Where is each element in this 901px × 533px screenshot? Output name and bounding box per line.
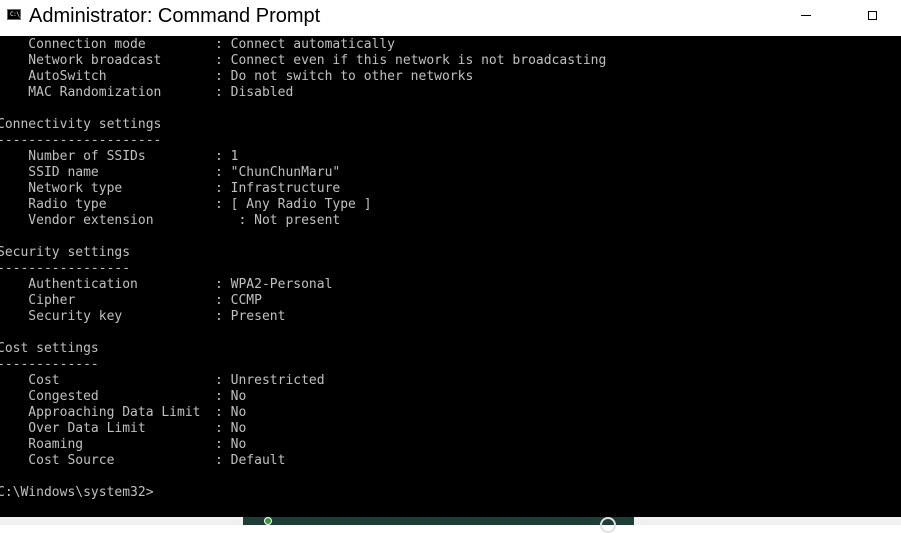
console-line-label: SSID name: [0, 165, 99, 180]
console-line-label: Vendor extension: [0, 213, 154, 228]
console-line-value: : Connect automatically: [215, 37, 396, 52]
console-line-value: : No: [215, 421, 247, 436]
console-line-label: Network broadcast: [0, 53, 162, 68]
console-line: -------------: [0, 357, 901, 373]
console-line-label: Security key: [0, 309, 123, 324]
console-line-label: Connection mode: [0, 37, 146, 52]
console-line: Number of SSIDs : 1: [0, 149, 901, 165]
console-line: -----------------: [0, 261, 901, 277]
console-line-value: : 1: [215, 149, 239, 164]
console-line: Cost settings: [0, 341, 901, 357]
console-line-value: : Infrastructure: [215, 181, 341, 196]
console-line-value: : WPA2-Personal: [215, 277, 333, 292]
console-line: Over Data Limit : No: [0, 421, 901, 437]
console-line-label: Cost Source: [0, 453, 115, 468]
console-line-value: : Do not switch to other networks: [215, 69, 474, 84]
console-line: Approaching Data Limit : No: [0, 405, 901, 421]
console-line: Authentication : WPA2-Personal: [0, 277, 901, 293]
console-line-label: Roaming: [0, 437, 84, 452]
console-line-label: Security settings: [0, 245, 131, 260]
console-line: Security settings: [0, 245, 901, 261]
console-line-value: : No: [215, 437, 247, 452]
console-line-label: Radio type: [0, 197, 107, 212]
console-line-label: -------------: [0, 357, 99, 372]
console-line-label: Cipher: [0, 293, 76, 308]
console-line: MAC Randomization : Disabled: [0, 85, 901, 101]
console-line: Cipher : CCMP: [0, 293, 901, 309]
console-line: Vendor extension : Not present: [0, 213, 901, 229]
console-line-label: -----------------: [0, 261, 131, 276]
console-line-label: Network type: [0, 181, 123, 196]
console-line-label: Cost: [0, 373, 60, 388]
console-line-value: : Disabled: [215, 85, 294, 100]
console-line-value: : Unrestricted: [215, 373, 325, 388]
maximize-button[interactable]: [852, 0, 892, 30]
console-line-value: : Default: [215, 453, 286, 468]
cmd-icon[interactable]: C:\_: [7, 9, 23, 20]
console-line-value: : Connect even if this network is not br…: [215, 53, 607, 68]
console-line-value: : "ChunChunMaru": [215, 165, 341, 180]
console-line-label: Number of SSIDs: [0, 149, 146, 164]
taskbar-window-preview[interactable]: [243, 517, 634, 525]
console-line: Roaming : No: [0, 437, 901, 453]
console-line-label: C:\Windows\system32>: [0, 485, 154, 500]
maximize-icon: [867, 10, 877, 20]
console-line-label: ---------------------: [0, 133, 162, 148]
console-line: SSID name : "ChunChunMaru": [0, 165, 901, 181]
console-line-value: : Not present: [215, 213, 341, 228]
console-line-value: : [ Any Radio Type ]: [215, 197, 372, 212]
console-line: AutoSwitch : Do not switch to other netwo…: [0, 69, 901, 85]
console-line: Network type : Infrastructure: [0, 181, 901, 197]
taskbar-app-icon[interactable]: [264, 517, 272, 525]
console-line-value: : CCMP: [215, 293, 262, 308]
console-line-value: : Present: [215, 309, 286, 324]
command-prompt-window: C:\_ Administrator: Command Prompt Conne…: [0, 0, 901, 525]
console-line: Security key : Present: [0, 309, 901, 325]
console-line: C:\Windows\system32>: [0, 485, 901, 501]
title-bar[interactable]: C:\_ Administrator: Command Prompt: [0, 0, 901, 36]
console-line-value: : No: [215, 405, 247, 420]
console-line: Connection mode : Connect automatically: [0, 37, 901, 53]
console-line-label: Congested: [0, 389, 99, 404]
console-line: Cost Source : Default: [0, 453, 901, 469]
minimize-icon: [801, 14, 811, 16]
console-line: Radio type : [ Any Radio Type ]: [0, 197, 901, 213]
console-line: ---------------------: [0, 133, 901, 149]
console-line: Congested : No: [0, 389, 901, 405]
console-line-label: Approaching Data Limit: [0, 405, 201, 420]
minimize-button[interactable]: [786, 0, 826, 30]
console-line: Network broadcast : Connect even if this …: [0, 53, 901, 69]
console-line-label: Cost settings: [0, 341, 99, 356]
console-line-label: MAC Randomization: [0, 85, 162, 100]
console-line-label: Over Data Limit: [0, 421, 146, 436]
console-line-label: Connectivity settings: [0, 117, 162, 132]
console-line-label: AutoSwitch: [0, 69, 107, 84]
cmd-icon-glyph: C:\_: [10, 11, 23, 18]
console-line: Connectivity settings: [0, 117, 901, 133]
console-output[interactable]: Connection mode : Connect automatically N…: [0, 36, 901, 517]
console-line: Cost : Unrestricted: [0, 373, 901, 389]
taskbar-search-icon[interactable]: [600, 517, 616, 533]
window-title: Administrator: Command Prompt: [29, 5, 321, 27]
console-line-label: Authentication: [0, 277, 138, 292]
console-line-value: : No: [215, 389, 247, 404]
